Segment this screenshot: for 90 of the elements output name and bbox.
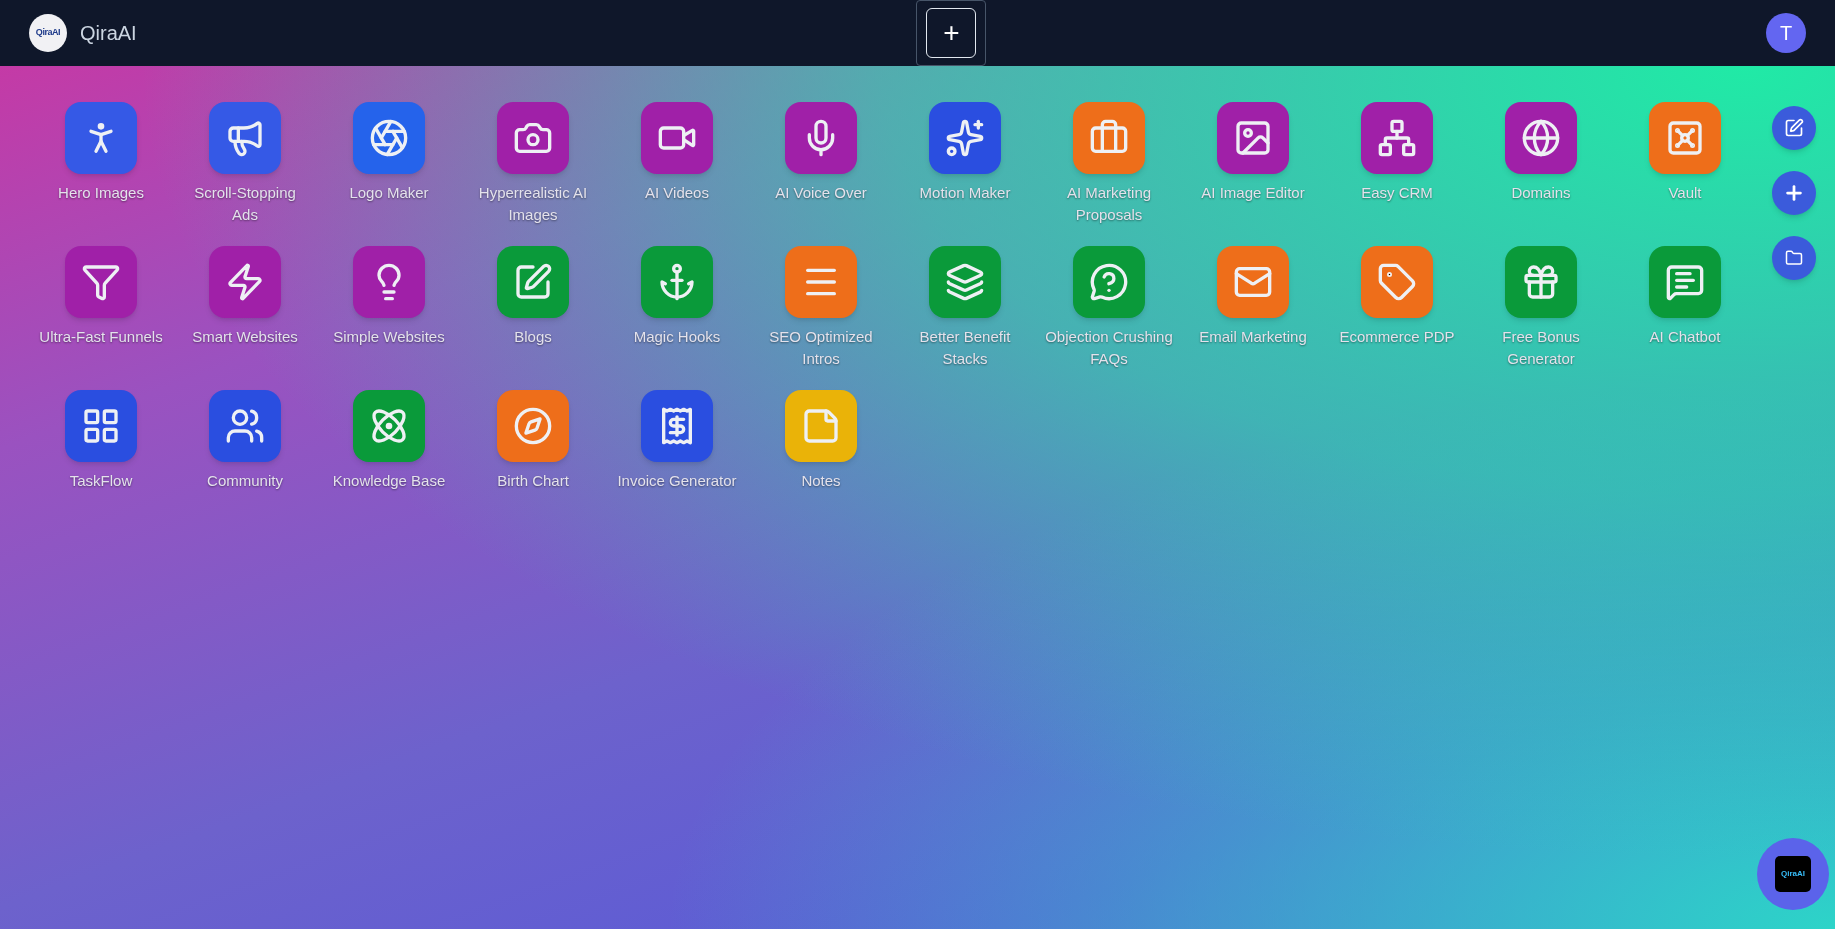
app-tile[interactable] <box>497 102 569 174</box>
app-label[interactable]: Notes <box>757 470 885 492</box>
app-tile[interactable] <box>929 246 1001 318</box>
app-label[interactable]: Magic Hooks <box>613 326 741 348</box>
brand-name: QiraAI <box>80 21 137 46</box>
app-label[interactable]: Objection Crushing FAQs <box>1045 326 1173 370</box>
atom-icon <box>369 406 409 446</box>
assistant-logo: QiraAI <box>1775 856 1811 892</box>
tag-icon <box>1377 262 1417 302</box>
app-tile[interactable] <box>785 390 857 462</box>
hierarchy-icon <box>1377 118 1417 158</box>
app-tile[interactable] <box>1217 246 1289 318</box>
app-tile[interactable] <box>209 102 281 174</box>
app-tile[interactable] <box>353 102 425 174</box>
app-tile[interactable] <box>353 246 425 318</box>
grid-icon <box>81 406 121 446</box>
app-tile[interactable] <box>1361 246 1433 318</box>
app-tile[interactable] <box>641 390 713 462</box>
new-button[interactable]: + <box>926 8 977 58</box>
add-button[interactable] <box>1772 171 1816 215</box>
app-tile[interactable] <box>1649 246 1721 318</box>
app-tile[interactable] <box>497 390 569 462</box>
app-tile[interactable] <box>353 390 425 462</box>
app-tile[interactable] <box>1361 102 1433 174</box>
app-tile[interactable] <box>1505 102 1577 174</box>
app-label[interactable]: Scroll-Stopping Ads <box>181 182 309 226</box>
image-icon <box>1233 118 1273 158</box>
app-label[interactable]: AI Videos <box>613 182 741 204</box>
funnel-icon <box>81 262 121 302</box>
app-tile[interactable] <box>1073 102 1145 174</box>
app-label[interactable]: Hero Images <box>37 182 165 204</box>
logo[interactable]: QiraAI <box>29 14 67 52</box>
app-label[interactable]: Blogs <box>469 326 597 348</box>
app-label[interactable]: AI Voice Over <box>757 182 885 204</box>
app-tile[interactable] <box>1649 102 1721 174</box>
app-tile[interactable] <box>209 246 281 318</box>
app-tile[interactable] <box>65 102 137 174</box>
app-tile[interactable] <box>65 246 137 318</box>
lightning-icon <box>225 262 265 302</box>
globe-icon <box>1521 118 1561 158</box>
question-bubble-icon <box>1089 262 1129 302</box>
app-label[interactable]: Birth Chart <box>469 470 597 492</box>
app-label[interactable]: Smart Websites <box>181 326 309 348</box>
edit-button[interactable] <box>1772 106 1816 150</box>
app-tile[interactable] <box>929 102 1001 174</box>
plus-icon <box>1783 182 1805 204</box>
app-label[interactable]: AI Marketing Proposals <box>1045 182 1173 226</box>
avatar[interactable]: T <box>1766 13 1806 53</box>
app-label[interactable]: AI Chatbot <box>1621 326 1749 348</box>
app-label[interactable]: SEO Optimized Intros <box>757 326 885 370</box>
app-label[interactable]: Community <box>181 470 309 492</box>
app-tile[interactable] <box>65 390 137 462</box>
app-label[interactable]: Invoice Generator <box>613 470 741 492</box>
assistant-button[interactable]: QiraAI <box>1757 838 1829 910</box>
compass-icon <box>513 406 553 446</box>
app-tile[interactable] <box>209 390 281 462</box>
app-label[interactable]: Simple Websites <box>325 326 453 348</box>
aperture-icon <box>369 118 409 158</box>
app-tile[interactable] <box>1073 246 1145 318</box>
app-label[interactable]: Ecommerce PDP <box>1333 326 1461 348</box>
app-tile[interactable] <box>785 102 857 174</box>
app-tile[interactable] <box>1505 246 1577 318</box>
people-icon <box>225 406 265 446</box>
folder-icon <box>1785 249 1803 267</box>
app-tile[interactable] <box>785 246 857 318</box>
app-tile[interactable] <box>1217 102 1289 174</box>
app-label[interactable]: Knowledge Base <box>325 470 453 492</box>
pencil-square-icon <box>513 262 553 302</box>
app-tile[interactable] <box>641 102 713 174</box>
sparkles-icon <box>945 118 985 158</box>
app-label[interactable]: AI Image Editor <box>1189 182 1317 204</box>
app-label[interactable]: Easy CRM <box>1333 182 1461 204</box>
app-label[interactable]: Free Bonus Generator <box>1477 326 1605 370</box>
anchor-icon <box>657 262 697 302</box>
megaphone-icon <box>225 118 265 158</box>
folder-button[interactable] <box>1772 236 1816 280</box>
layers-icon <box>945 262 985 302</box>
app-label[interactable]: Ultra-Fast Funnels <box>37 326 165 348</box>
chat-bubble-icon <box>1665 262 1705 302</box>
edit-icon <box>1784 118 1804 138</box>
sticky-note-icon <box>801 406 841 446</box>
app-label[interactable]: Email Marketing <box>1189 326 1317 348</box>
app-label[interactable]: Logo Maker <box>325 182 453 204</box>
app-label[interactable]: Hyperrealistic AI Images <box>469 182 597 226</box>
app-label[interactable]: TaskFlow <box>37 470 165 492</box>
app-tile[interactable] <box>497 246 569 318</box>
app-label[interactable]: Motion Maker <box>901 182 1029 204</box>
gift-icon <box>1521 262 1561 302</box>
app-label[interactable]: Better Benefit Stacks <box>901 326 1029 370</box>
app-tile[interactable] <box>641 246 713 318</box>
